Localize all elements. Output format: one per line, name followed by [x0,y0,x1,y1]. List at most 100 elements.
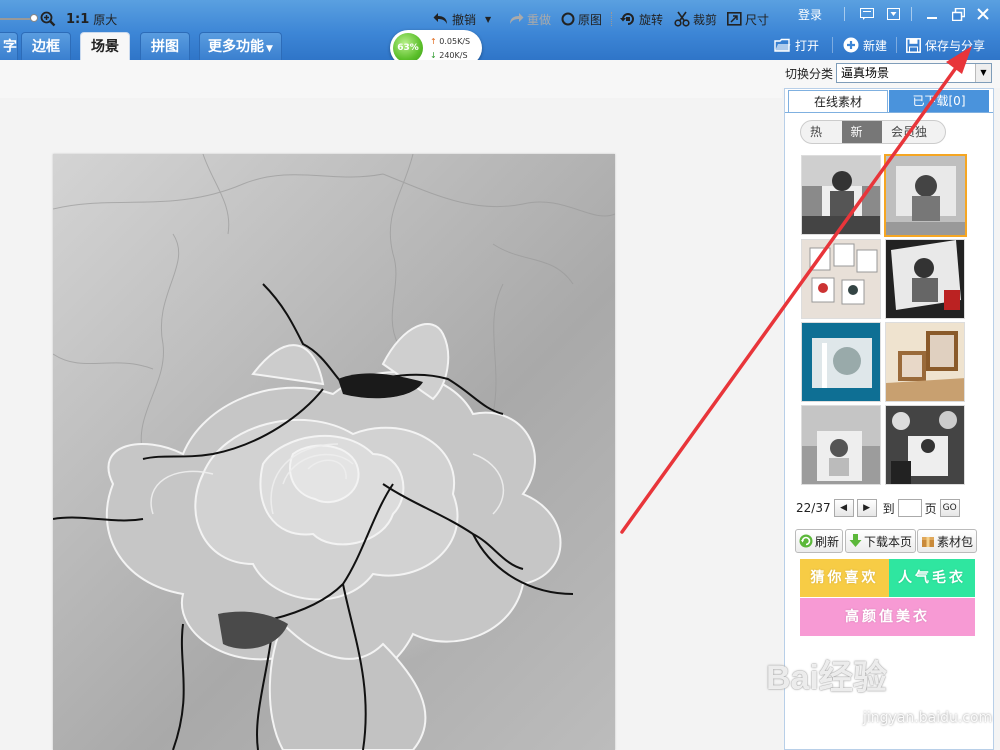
zoom-ratio: 1:1 [66,11,90,27]
tab-downloaded[interactable]: 已下载[0] [889,90,989,112]
redo-label: 重做 [527,12,552,27]
tab-label: 场景 [91,39,119,55]
download-speed-value: 240K/S [439,51,468,60]
scene-thumbnail-image [802,406,880,484]
material-package-button[interactable]: 素材包 [917,529,978,553]
scene-thumbnail[interactable] [801,322,881,402]
undo-button[interactable]: 撤销 [433,10,476,28]
save-share-button[interactable]: 保存与分享 [906,36,985,54]
tab-scene[interactable]: 场景 [80,32,130,60]
crop-label: 裁剪 [693,12,718,27]
zoom-slider-track[interactable] [0,18,32,20]
redo-button[interactable]: 重做 [508,10,551,28]
canvas-area[interactable] [0,98,782,750]
open-button[interactable]: 打开 [774,36,819,54]
prev-icon: ◀ [840,503,848,513]
download-speed: ↓ 240K/S [430,51,468,60]
rotate-button[interactable]: 旋转 [620,10,663,28]
rotate-icon [620,13,634,25]
banner-popular-sweaters[interactable]: 人气毛衣 [889,559,975,597]
zoom-in-button[interactable] [40,10,59,28]
scene-thumbnail[interactable] [885,405,965,485]
go-label: GO [942,503,957,513]
banner-beauty-clothing[interactable]: 高颜值美衣 [800,598,975,636]
new-label: 新建 [863,38,888,53]
subtab-hot[interactable]: 热门 [801,121,842,143]
login-link[interactable]: 登录 [798,6,822,23]
watermark-url: jingyan.baidu.com [863,710,993,726]
divider [785,112,993,113]
chevron-down-icon: ▼ [485,14,492,24]
scene-thumbnail-image [802,323,880,401]
package-label: 素材包 [937,534,974,549]
tab-label: 边框 [32,39,60,55]
scene-thumbnail-image [802,240,880,318]
size-label: 尺寸 [745,12,770,27]
rotate-label: 旋转 [639,12,664,27]
tab-label: 在线素材 [813,95,862,109]
scene-thumbnail-image [886,323,964,401]
download-page-button[interactable]: 下载本页 [845,529,917,553]
new-button[interactable]: 新建 [843,36,887,54]
undo-label: 撤销 [452,12,477,27]
download-icon [849,534,862,547]
tab-text[interactable]: 字 [0,32,18,60]
prev-page-button[interactable]: ◀ [833,499,854,517]
divider [896,37,897,53]
undo-icon [433,13,447,24]
banner-guess-you-like[interactable]: 猜你喜欢 [800,559,889,597]
original-size-label: 原大 [93,12,118,27]
package-icon [922,537,934,547]
subtab-vip[interactable]: 会员独享 [882,121,945,143]
tab-more-features[interactable]: 更多功能 ▼ [199,32,282,60]
category-select-value: 逼真场景 [841,66,890,80]
scene-thumbnail-image [802,156,880,234]
subtab-fresh[interactable]: 新鲜 [841,121,882,143]
folder-icon [774,38,791,52]
tab-collage[interactable]: 拼图 [140,32,190,60]
tab-border[interactable]: 边框 [21,32,71,60]
go-button[interactable]: GO [939,499,960,517]
page-number-input[interactable] [897,499,922,517]
scene-thumbnail[interactable] [801,155,881,235]
crop-button[interactable]: 裁剪 [674,10,717,28]
save-share-label: 保存与分享 [925,38,986,53]
edited-photo[interactable] [53,154,615,750]
upload-speed: ↑ 0.05K/S [430,37,470,46]
scene-thumbnail-image [886,240,964,318]
scene-thumbnail[interactable] [885,239,965,319]
minimize-icon[interactable] [924,4,940,24]
refresh-label: 刷新 [815,534,840,549]
cracked-wall-rose-image [53,154,615,750]
scene-thumbnail-selected[interactable] [884,154,967,237]
zoom-slider-handle[interactable] [30,14,38,22]
scene-thumbnail[interactable] [801,405,881,485]
menu-icon[interactable] [884,4,902,24]
divider [832,37,833,53]
scene-thumbnail[interactable] [801,239,881,319]
tab-label: 字 [3,39,17,55]
category-select[interactable]: 逼真场景 ▼ [836,63,992,83]
circle-icon [561,12,575,26]
tab-online-materials[interactable]: 在线素材 [788,90,888,112]
maximize-icon[interactable] [950,4,966,24]
scene-thumbnail[interactable] [885,322,965,402]
material-filter-tabs: 热门 新鲜 会员独享 [800,120,946,144]
message-icon[interactable] [858,4,876,24]
scissors-icon [674,11,690,27]
divider [843,4,845,24]
resize-button[interactable]: 尺寸 [727,10,769,28]
scene-thumbnail-image [886,156,965,235]
refresh-button[interactable]: 刷新 [795,529,844,553]
resize-icon [727,12,742,26]
edit-toolbar [0,60,782,98]
original-image-button[interactable]: 原图 [561,10,602,28]
original-size-button[interactable]: 1:1 原大 [66,10,117,28]
undo-dropdown[interactable]: ▼ [485,10,491,28]
memory-percent-badge: 63% [393,33,423,63]
tab-label: 已下载[0] [912,94,966,108]
original-image-label: 原图 [578,12,603,27]
divider [910,4,912,24]
close-icon[interactable] [974,4,992,24]
next-page-button[interactable]: ▶ [856,499,877,517]
